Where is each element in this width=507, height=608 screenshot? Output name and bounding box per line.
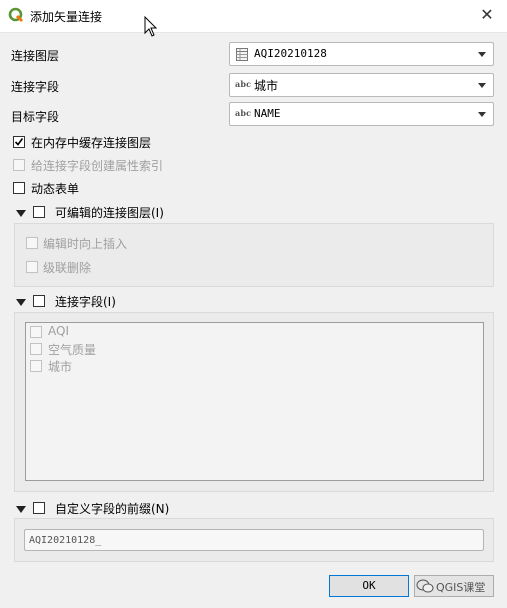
editable-join-layer-checkbox[interactable] bbox=[33, 206, 45, 218]
chevron-down-icon bbox=[478, 83, 486, 88]
editable-join-layer-title: 可编辑的连接图层(I) bbox=[55, 206, 164, 220]
field-checkbox[interactable] bbox=[30, 360, 42, 372]
checkmark-icon bbox=[14, 138, 24, 146]
dynamic-form-label: 动态表单 bbox=[31, 182, 80, 196]
title-bar: 添加矢量连接 ✕ bbox=[0, 0, 507, 33]
close-icon: ✕ bbox=[480, 5, 494, 24]
text-field-icon: abc bbox=[235, 79, 252, 89]
cascade-delete-label: 级联删除 bbox=[43, 261, 92, 275]
field-item-label: 城市 bbox=[48, 360, 73, 374]
join-layer-combo[interactable]: AQI20210128 bbox=[229, 42, 494, 66]
prefix-input-value: AQI20210128_ bbox=[29, 535, 102, 546]
joined-fields-panel: AQI 空气质量 城市 bbox=[14, 312, 494, 492]
collapse-toggle-icon[interactable] bbox=[16, 210, 26, 217]
join-field-value: 城市 bbox=[254, 79, 279, 93]
chevron-down-icon bbox=[478, 112, 486, 117]
cache-join-layer-label: 在内存中缓存连接图层 bbox=[31, 136, 152, 150]
prefix-input[interactable]: AQI20210128_ bbox=[24, 529, 484, 551]
field-item-label: 空气质量 bbox=[48, 343, 97, 357]
table-layer-icon bbox=[236, 48, 248, 61]
field-checkbox[interactable] bbox=[30, 326, 42, 338]
chevron-down-icon bbox=[478, 52, 486, 57]
editable-join-layer-panel: 编辑时向上插入 级联删除 bbox=[14, 223, 494, 287]
create-index-checkbox[interactable] bbox=[13, 159, 25, 171]
close-button[interactable]: ✕ bbox=[475, 3, 499, 27]
target-field-label: 目标字段 bbox=[11, 110, 60, 124]
custom-prefix-checkbox[interactable] bbox=[33, 502, 45, 514]
qgis-logo-icon bbox=[8, 7, 24, 23]
collapse-toggle-icon[interactable] bbox=[16, 506, 26, 513]
join-field-label: 连接字段 bbox=[11, 80, 60, 94]
target-field-combo[interactable]: abc NAME bbox=[229, 102, 494, 126]
upsert-on-edit-label: 编辑时向上插入 bbox=[43, 237, 128, 251]
mouse-cursor-icon bbox=[144, 16, 158, 37]
field-item-label: AQI bbox=[48, 324, 69, 338]
join-layer-value: AQI20210128 bbox=[254, 47, 327, 60]
cache-join-layer-checkbox[interactable] bbox=[13, 136, 25, 148]
joined-fields-checkbox[interactable] bbox=[33, 295, 45, 307]
upsert-on-edit-checkbox[interactable] bbox=[26, 237, 38, 249]
dynamic-form-checkbox[interactable] bbox=[13, 182, 25, 194]
join-layer-label: 连接图层 bbox=[11, 49, 60, 63]
joined-fields-title: 连接字段(I) bbox=[55, 295, 116, 309]
joined-fields-list[interactable]: AQI 空气质量 城市 bbox=[25, 322, 484, 481]
cascade-delete-checkbox[interactable] bbox=[26, 261, 38, 273]
join-field-combo[interactable]: abc 城市 bbox=[229, 73, 494, 97]
field-checkbox[interactable] bbox=[30, 343, 42, 355]
text-field-icon: abc bbox=[235, 108, 252, 118]
chat-bubbles-icon bbox=[416, 579, 434, 593]
custom-prefix-panel: AQI20210128_ bbox=[14, 518, 494, 562]
ok-button-label: OK bbox=[362, 579, 376, 592]
ok-button[interactable]: OK bbox=[329, 575, 409, 597]
custom-prefix-title: 自定义字段的前缀(N) bbox=[55, 502, 170, 516]
create-index-label: 给连接字段创建属性索引 bbox=[31, 159, 164, 173]
collapse-toggle-icon[interactable] bbox=[16, 299, 26, 306]
watermark-text: QGIS课堂 bbox=[436, 581, 486, 594]
target-field-value: NAME bbox=[254, 107, 281, 120]
window-title: 添加矢量连接 bbox=[30, 10, 103, 24]
